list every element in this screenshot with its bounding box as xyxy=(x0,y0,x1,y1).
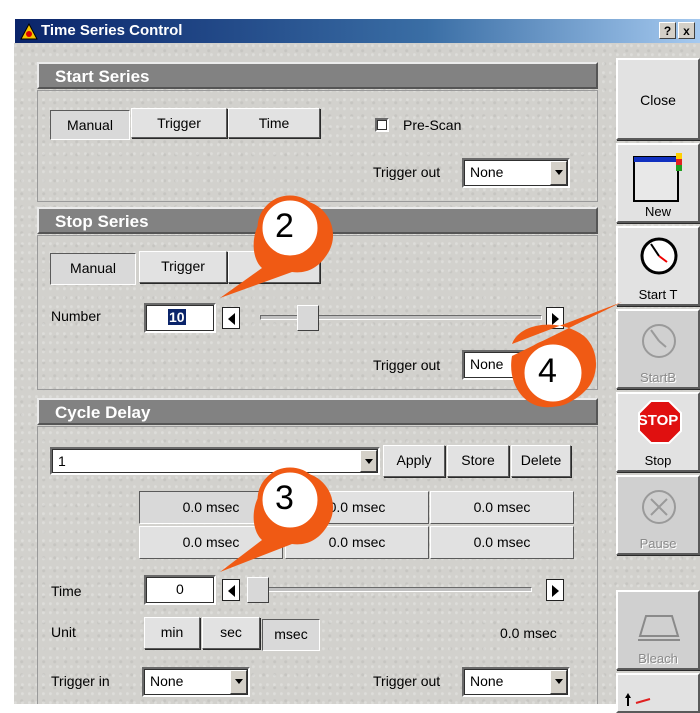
callout-4-number: 4 xyxy=(538,352,557,390)
callout-4-marker xyxy=(511,302,622,408)
